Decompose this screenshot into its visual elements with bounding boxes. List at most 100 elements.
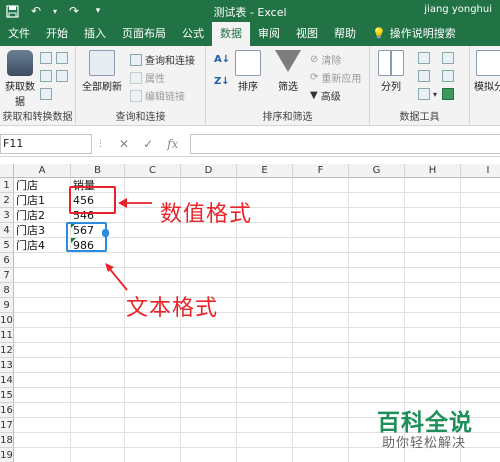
cell-b16[interactable] bbox=[71, 403, 125, 418]
cell-a6[interactable] bbox=[14, 253, 71, 268]
get-data-button[interactable]: 获取数 据 bbox=[4, 50, 36, 108]
cell-a9[interactable] bbox=[14, 298, 71, 313]
tab-home[interactable]: 开始 bbox=[38, 22, 76, 46]
cell-c12[interactable] bbox=[125, 343, 181, 358]
cell-h7[interactable] bbox=[405, 268, 461, 283]
text-to-columns-button[interactable]: 分列 bbox=[376, 50, 406, 93]
cell-e12[interactable] bbox=[237, 343, 293, 358]
cell-d13[interactable] bbox=[181, 358, 237, 373]
cell-b13[interactable] bbox=[71, 358, 125, 373]
tab-tell-me[interactable]: 💡 操作说明搜索 bbox=[364, 22, 464, 46]
filter-button[interactable]: 筛选 bbox=[272, 50, 304, 93]
cell-h10[interactable] bbox=[405, 313, 461, 328]
cell-d16[interactable] bbox=[181, 403, 237, 418]
row-header-5[interactable]: 5 bbox=[0, 238, 14, 253]
cell-c6[interactable] bbox=[125, 253, 181, 268]
cell-d6[interactable] bbox=[181, 253, 237, 268]
row-header-13[interactable]: 13 bbox=[0, 358, 14, 373]
row-header-2[interactable]: 2 bbox=[0, 193, 14, 208]
cell-c16[interactable] bbox=[125, 403, 181, 418]
cell-h15[interactable] bbox=[405, 388, 461, 403]
tab-help[interactable]: 帮助 bbox=[326, 22, 364, 46]
cell-a11[interactable] bbox=[14, 328, 71, 343]
row-header-7[interactable]: 7 bbox=[0, 268, 14, 283]
cell-c17[interactable] bbox=[125, 418, 181, 433]
cell-f16[interactable] bbox=[293, 403, 349, 418]
recent-sources-button[interactable] bbox=[56, 70, 68, 82]
cell-f1[interactable] bbox=[293, 178, 349, 193]
remove-duplicates-button[interactable] bbox=[418, 70, 430, 82]
cell-b7[interactable] bbox=[71, 268, 125, 283]
row-header-10[interactable]: 10 bbox=[0, 313, 14, 328]
from-web-button[interactable] bbox=[56, 52, 68, 64]
cell-i19[interactable] bbox=[461, 448, 500, 462]
cell-i9[interactable] bbox=[461, 298, 500, 313]
cell-c11[interactable] bbox=[125, 328, 181, 343]
cell-e6[interactable] bbox=[237, 253, 293, 268]
cell-f19[interactable] bbox=[293, 448, 349, 462]
cell-i10[interactable] bbox=[461, 313, 500, 328]
cell-a4[interactable]: 门店3 bbox=[14, 223, 71, 238]
cell-e16[interactable] bbox=[237, 403, 293, 418]
cell-e11[interactable] bbox=[237, 328, 293, 343]
cell-f3[interactable] bbox=[293, 208, 349, 223]
cell-h13[interactable] bbox=[405, 358, 461, 373]
user-name[interactable]: jiang yonghui bbox=[424, 4, 492, 15]
cell-i11[interactable] bbox=[461, 328, 500, 343]
cell-e17[interactable] bbox=[237, 418, 293, 433]
cell-f10[interactable] bbox=[293, 313, 349, 328]
cell-b14[interactable] bbox=[71, 373, 125, 388]
cell-d12[interactable] bbox=[181, 343, 237, 358]
cell-a7[interactable] bbox=[14, 268, 71, 283]
row-header-8[interactable]: 8 bbox=[0, 283, 14, 298]
queries-connections-button[interactable]: 查询和连接 bbox=[130, 52, 195, 67]
flash-fill-button[interactable] bbox=[418, 52, 430, 64]
cell-f5[interactable] bbox=[293, 238, 349, 253]
cell-a3[interactable]: 门店2 bbox=[14, 208, 71, 223]
cell-i2[interactable] bbox=[461, 193, 500, 208]
advanced-button[interactable]: ▼ 高级 bbox=[310, 88, 341, 103]
tab-page-layout[interactable]: 页面布局 bbox=[114, 22, 174, 46]
cell-i15[interactable] bbox=[461, 388, 500, 403]
cell-a2[interactable]: 门店1 bbox=[14, 193, 71, 208]
sort-button[interactable]: 排序 bbox=[234, 50, 262, 93]
cell-g11[interactable] bbox=[349, 328, 405, 343]
cell-h6[interactable] bbox=[405, 253, 461, 268]
cell-e9[interactable] bbox=[237, 298, 293, 313]
cell-e8[interactable] bbox=[237, 283, 293, 298]
cell-b8[interactable] bbox=[71, 283, 125, 298]
tab-file[interactable]: 文件 bbox=[0, 22, 38, 46]
column-header-f[interactable]: F bbox=[293, 164, 349, 178]
cell-g13[interactable] bbox=[349, 358, 405, 373]
cell-e18[interactable] bbox=[237, 433, 293, 448]
tab-data[interactable]: 数据 bbox=[212, 22, 250, 46]
row-header-6[interactable]: 6 bbox=[0, 253, 14, 268]
cell-a13[interactable] bbox=[14, 358, 71, 373]
cell-e15[interactable] bbox=[237, 388, 293, 403]
row-header-9[interactable]: 9 bbox=[0, 298, 14, 313]
cell-d5[interactable] bbox=[181, 238, 237, 253]
cell-i1[interactable] bbox=[461, 178, 500, 193]
cell-d14[interactable] bbox=[181, 373, 237, 388]
cell-a18[interactable] bbox=[14, 433, 71, 448]
row-header-16[interactable]: 16 bbox=[0, 403, 14, 418]
row-header-1[interactable]: 1 bbox=[0, 178, 14, 193]
cell-b12[interactable] bbox=[71, 343, 125, 358]
tab-view[interactable]: 视图 bbox=[288, 22, 326, 46]
cell-h3[interactable] bbox=[405, 208, 461, 223]
cell-a15[interactable] bbox=[14, 388, 71, 403]
cell-i7[interactable] bbox=[461, 268, 500, 283]
cell-i5[interactable] bbox=[461, 238, 500, 253]
cell-f14[interactable] bbox=[293, 373, 349, 388]
row-header-18[interactable]: 18 bbox=[0, 433, 14, 448]
formula-input[interactable] bbox=[190, 134, 500, 154]
fill-handle[interactable] bbox=[102, 229, 109, 237]
consolidate-button[interactable] bbox=[442, 52, 454, 64]
column-header-d[interactable]: D bbox=[181, 164, 237, 178]
cell-c13[interactable] bbox=[125, 358, 181, 373]
refresh-all-button[interactable]: 全部刷新 bbox=[80, 50, 124, 93]
cell-b18[interactable] bbox=[71, 433, 125, 448]
cell-c15[interactable] bbox=[125, 388, 181, 403]
properties-button[interactable]: 属性 bbox=[130, 70, 165, 85]
cell-b10[interactable] bbox=[71, 313, 125, 328]
